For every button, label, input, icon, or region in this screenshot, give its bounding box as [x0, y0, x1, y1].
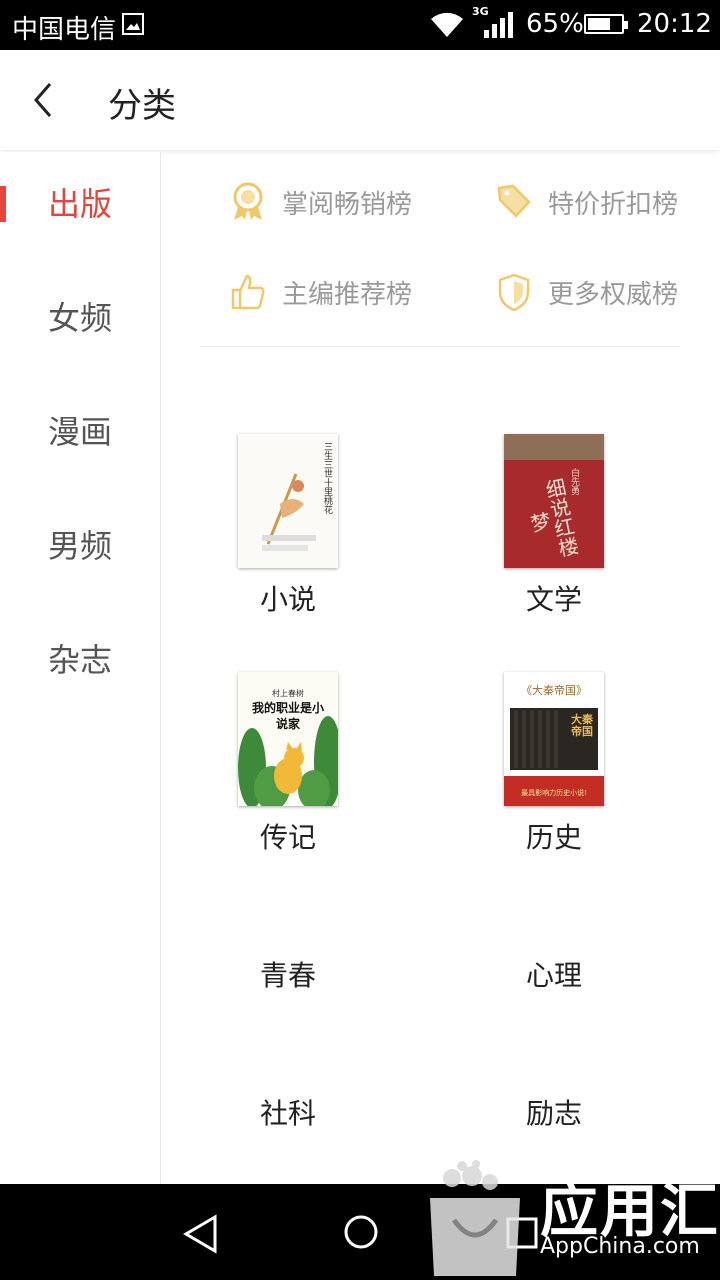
nav-home-icon[interactable]: [343, 1214, 379, 1250]
category-label: 小说: [259, 583, 316, 616]
header-bar: 分类: [0, 50, 720, 150]
category-label: 历史: [525, 821, 582, 854]
category-label: 心理: [525, 959, 582, 992]
medal-icon: [233, 182, 263, 220]
chevron-left-icon: [34, 83, 52, 117]
ranking-editor-picks[interactable]: 主编推荐榜: [230, 268, 430, 318]
category-label: 励志: [525, 1097, 582, 1130]
ranking-authority[interactable]: 更多权威榜: [496, 268, 696, 318]
sidebar-item-publishing[interactable]: 出版: [0, 174, 160, 234]
book-cover: 村上春树 我的职业是小说家: [238, 672, 338, 806]
category-label: 传记: [259, 821, 316, 854]
cover-title: 我的职业是小说家: [252, 701, 325, 731]
category-sidebar: 出版 女频 漫画 男频 杂志: [0, 152, 161, 1184]
image-notification-icon: [122, 13, 144, 35]
ranking-discount[interactable]: 特价折扣榜: [496, 178, 696, 228]
book-cover: 《大秦帝国》 大秦帝国 最具影响力历史小说!: [504, 672, 604, 806]
ranking-label: 更多权威榜: [548, 280, 679, 310]
cover-tagline: 最具影响力历史小说!: [521, 789, 587, 797]
shield-icon: [498, 273, 530, 312]
category-label: 青春: [259, 959, 316, 992]
wifi-icon: [431, 12, 463, 38]
appchina-watermark: 应用汇 AppChina.com: [420, 1158, 720, 1280]
cover-author: 村上春树: [272, 689, 304, 698]
price-tag-icon: [497, 184, 531, 218]
sidebar-item-magazine[interactable]: 杂志: [0, 630, 160, 690]
battery-percent: 65%: [526, 9, 584, 39]
ranking-bestseller[interactable]: 掌阅畅销榜: [230, 178, 430, 228]
page-title: 分类: [108, 86, 176, 126]
watermark-bag-icon: [430, 1160, 520, 1276]
category-novel[interactable]: 三生三世十里桃花 小说: [198, 434, 378, 616]
sidebar-item-male[interactable]: 男频: [0, 516, 160, 576]
category-label: 社科: [259, 1097, 316, 1130]
ranking-label: 主编推荐榜: [282, 280, 413, 310]
back-button[interactable]: [24, 80, 64, 120]
section-divider: [200, 346, 680, 347]
category-history[interactable]: 《大秦帝国》 大秦帝国 最具影响力历史小说! 历史: [464, 672, 644, 854]
sidebar-item-label: 男频: [47, 527, 112, 565]
category-psychology[interactable]: 心理: [464, 944, 644, 1004]
cover-spine-title: 大秦帝国: [571, 713, 593, 738]
sidebar-item-label: 出版: [47, 185, 112, 223]
ranking-label: 特价折扣榜: [548, 190, 679, 220]
sidebar-item-label: 女频: [47, 299, 112, 337]
category-literature[interactable]: 白先勇 细说红楼梦 文学: [464, 434, 644, 616]
watermark-sub: AppChina.com: [540, 1234, 700, 1259]
category-biography[interactable]: 村上春树 我的职业是小说家 传记: [198, 672, 378, 854]
category-label: 文学: [525, 583, 582, 616]
sidebar-item-female[interactable]: 女频: [0, 288, 160, 348]
status-bar: 中国电信 3G 65% 20:12: [0, 0, 720, 50]
sidebar-item-label: 漫画: [47, 413, 112, 451]
sidebar-item-label: 杂志: [47, 641, 112, 679]
ranking-label: 掌阅畅销榜: [282, 190, 413, 220]
book-cover: 三生三世十里桃花: [238, 434, 338, 568]
clock: 20:12: [637, 9, 712, 39]
battery-icon: [584, 14, 628, 34]
active-indicator: [0, 186, 6, 222]
thumbs-up-icon: [231, 274, 265, 310]
cover-title: 三生三世十里桃花: [322, 442, 332, 514]
category-social-science[interactable]: 社科: [198, 1082, 378, 1142]
category-youth[interactable]: 青春: [198, 944, 378, 1004]
cover-author: 白先勇: [569, 468, 579, 495]
category-inspiration[interactable]: 励志: [464, 1082, 644, 1142]
book-cover: 白先勇 细说红楼梦: [504, 434, 604, 568]
signal-icon: [484, 12, 513, 38]
nav-back-icon[interactable]: [182, 1214, 220, 1254]
sidebar-item-comics[interactable]: 漫画: [0, 402, 160, 462]
carrier-label: 中国电信: [12, 15, 117, 45]
